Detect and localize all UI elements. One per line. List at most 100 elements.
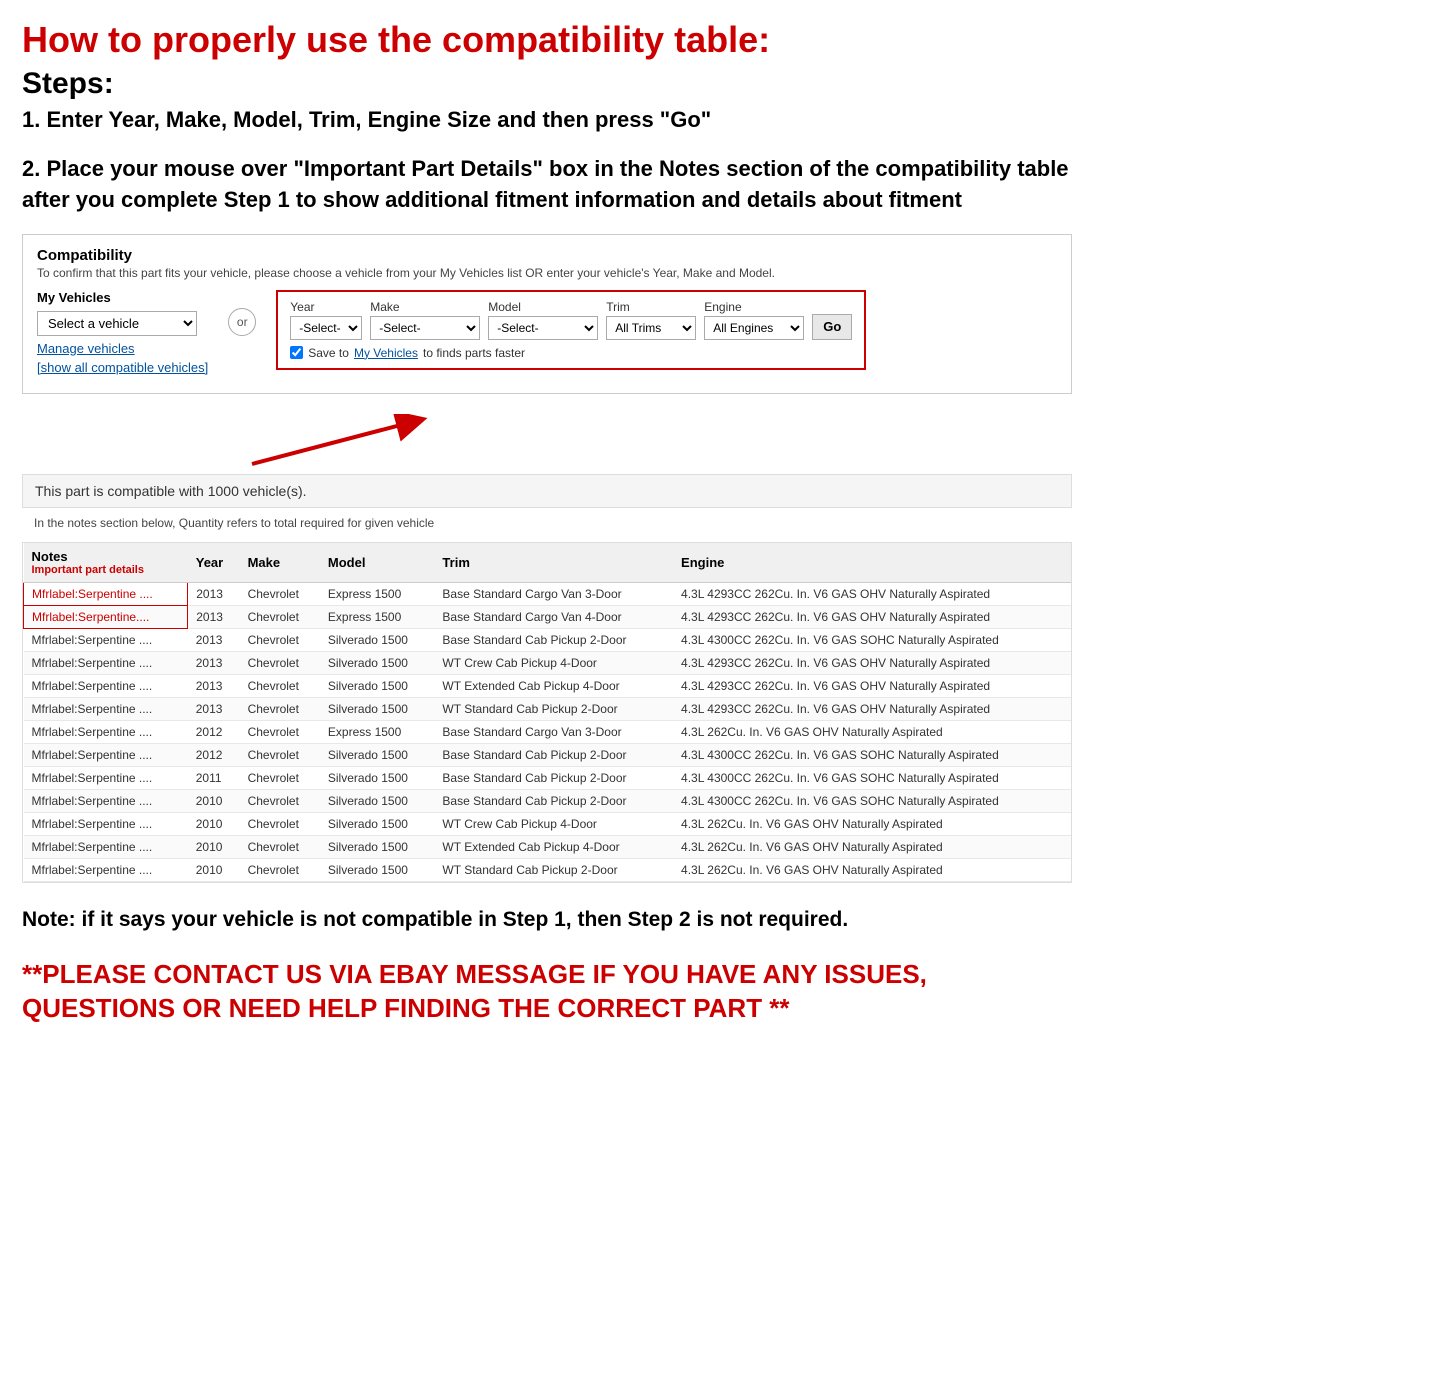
col-year: Year (188, 543, 240, 583)
notes-cell: Mfrlabel:Serpentine .... (24, 766, 188, 789)
notes-cell: Mfrlabel:Serpentine .... (24, 651, 188, 674)
table-row: Mfrlabel:Serpentine ....2013ChevroletSil… (24, 651, 1072, 674)
my-vehicles-label: My Vehicles (37, 290, 208, 305)
ymm-form-box: Year -Select- Make -Select- Model - (276, 290, 866, 370)
trim-select[interactable]: All Trims (606, 316, 696, 340)
select-vehicle-row: Select a vehicle (37, 311, 208, 336)
make-cell: Chevrolet (240, 605, 320, 628)
trim-cell: WT Crew Cab Pickup 4-Door (434, 812, 673, 835)
year-cell: 2012 (188, 720, 240, 743)
compat-subtitle: To confirm that this part fits your vehi… (37, 266, 1057, 280)
year-cell: 2013 (188, 628, 240, 651)
table-row: Mfrlabel:Serpentine ....2013ChevroletSil… (24, 697, 1072, 720)
year-field: Year -Select- (290, 300, 362, 340)
step1-text: 1. Enter Year, Make, Model, Trim, Engine… (22, 105, 1423, 136)
model-cell: Silverado 1500 (320, 651, 435, 674)
steps-title: Steps: (22, 67, 1423, 101)
notes-cell: Mfrlabel:Serpentine.... (24, 605, 188, 628)
engine-select[interactable]: All Engines (704, 316, 804, 340)
table-row: Mfrlabel:Serpentine ....2012ChevroletSil… (24, 743, 1072, 766)
make-select[interactable]: -Select- (370, 316, 480, 340)
main-title: How to properly use the compatibility ta… (22, 18, 1423, 61)
make-label: Make (370, 300, 480, 314)
col-trim: Trim (434, 543, 673, 583)
compat-table: Notes Important part details Year Make M… (23, 543, 1071, 882)
notes-cell: Mfrlabel:Serpentine .... (24, 743, 188, 766)
compatibility-box: Compatibility To confirm that this part … (22, 234, 1072, 394)
my-vehicles-section: My Vehicles Select a vehicle Manage vehi… (37, 290, 208, 375)
year-select[interactable]: -Select- (290, 316, 362, 340)
year-cell: 2010 (188, 789, 240, 812)
trim-cell: WT Standard Cab Pickup 2-Door (434, 697, 673, 720)
trim-cell: WT Extended Cab Pickup 4-Door (434, 674, 673, 697)
year-cell: 2013 (188, 651, 240, 674)
table-row: Mfrlabel:Serpentine ....2013ChevroletExp… (24, 582, 1072, 605)
or-divider: or (228, 308, 256, 336)
table-header-row: Notes Important part details Year Make M… (24, 543, 1072, 583)
step2-text: 2. Place your mouse over "Important Part… (22, 154, 1072, 216)
vehicles-row: My Vehicles Select a vehicle Manage vehi… (37, 290, 1057, 375)
model-cell: Silverado 1500 (320, 697, 435, 720)
engine-cell: 4.3L 4300CC 262Cu. In. V6 GAS SOHC Natur… (673, 743, 1071, 766)
engine-cell: 4.3L 262Cu. In. V6 GAS OHV Naturally Asp… (673, 835, 1071, 858)
make-cell: Chevrolet (240, 858, 320, 881)
model-cell: Express 1500 (320, 605, 435, 628)
go-button[interactable]: Go (812, 314, 852, 340)
trim-cell: Base Standard Cargo Van 3-Door (434, 582, 673, 605)
year-cell: 2010 (188, 835, 240, 858)
year-label: Year (290, 300, 362, 314)
model-cell: Silverado 1500 (320, 766, 435, 789)
compat-info-bar: This part is compatible with 1000 vehicl… (22, 474, 1072, 508)
note-text: Note: if it says your vehicle is not com… (22, 905, 1072, 934)
engine-cell: 4.3L 4300CC 262Cu. In. V6 GAS SOHC Natur… (673, 789, 1071, 812)
make-field: Make -Select- (370, 300, 480, 340)
model-cell: Express 1500 (320, 720, 435, 743)
model-cell: Express 1500 (320, 582, 435, 605)
year-cell: 2012 (188, 743, 240, 766)
make-cell: Chevrolet (240, 628, 320, 651)
year-cell: 2013 (188, 582, 240, 605)
notes-cell: Mfrlabel:Serpentine .... (24, 812, 188, 835)
notes-cell: Mfrlabel:Serpentine .... (24, 697, 188, 720)
notes-cell: Mfrlabel:Serpentine .... (24, 628, 188, 651)
make-cell: Chevrolet (240, 651, 320, 674)
make-cell: Chevrolet (240, 789, 320, 812)
compat-title: Compatibility (37, 247, 1057, 264)
engine-cell: 4.3L 262Cu. In. V6 GAS OHV Naturally Asp… (673, 720, 1071, 743)
make-cell: Chevrolet (240, 674, 320, 697)
engine-cell: 4.3L 4293CC 262Cu. In. V6 GAS OHV Natura… (673, 651, 1071, 674)
model-select[interactable]: -Select- (488, 316, 598, 340)
year-cell: 2010 (188, 812, 240, 835)
model-cell: Silverado 1500 (320, 789, 435, 812)
show-all-link[interactable]: [show all compatible vehicles] (37, 360, 208, 375)
col-notes-sublabel: Important part details (32, 564, 180, 576)
notes-cell: Mfrlabel:Serpentine .... (24, 720, 188, 743)
table-row: Mfrlabel:Serpentine ....2010ChevroletSil… (24, 789, 1072, 812)
engine-cell: 4.3L 4293CC 262Cu. In. V6 GAS OHV Natura… (673, 605, 1071, 628)
year-cell: 2013 (188, 674, 240, 697)
make-cell: Chevrolet (240, 582, 320, 605)
model-cell: Silverado 1500 (320, 835, 435, 858)
table-row: Mfrlabel:Serpentine ....2013ChevroletSil… (24, 628, 1072, 651)
trim-cell: Base Standard Cab Pickup 2-Door (434, 789, 673, 812)
save-my-vehicles-link[interactable]: My Vehicles (354, 346, 418, 360)
year-cell: 2011 (188, 766, 240, 789)
model-cell: Silverado 1500 (320, 674, 435, 697)
make-cell: Chevrolet (240, 697, 320, 720)
table-row: Mfrlabel:Serpentine ....2010ChevroletSil… (24, 812, 1072, 835)
col-model: Model (320, 543, 435, 583)
select-vehicle-dropdown[interactable]: Select a vehicle (37, 311, 197, 336)
trim-field: Trim All Trims (606, 300, 696, 340)
trim-cell: Base Standard Cab Pickup 2-Door (434, 766, 673, 789)
engine-cell: 4.3L 4293CC 262Cu. In. V6 GAS OHV Natura… (673, 582, 1071, 605)
save-checkbox[interactable] (290, 346, 303, 359)
table-row: Mfrlabel:Serpentine ....2011ChevroletSil… (24, 766, 1072, 789)
manage-vehicles-link[interactable]: Manage vehicles (37, 341, 208, 356)
trim-cell: Base Standard Cargo Van 3-Door (434, 720, 673, 743)
trim-cell: Base Standard Cab Pickup 2-Door (434, 628, 673, 651)
trim-cell: WT Crew Cab Pickup 4-Door (434, 651, 673, 674)
notes-cell: Mfrlabel:Serpentine .... (24, 858, 188, 881)
engine-label: Engine (704, 300, 804, 314)
engine-field: Engine All Engines (704, 300, 804, 340)
trim-cell: WT Standard Cab Pickup 2-Door (434, 858, 673, 881)
